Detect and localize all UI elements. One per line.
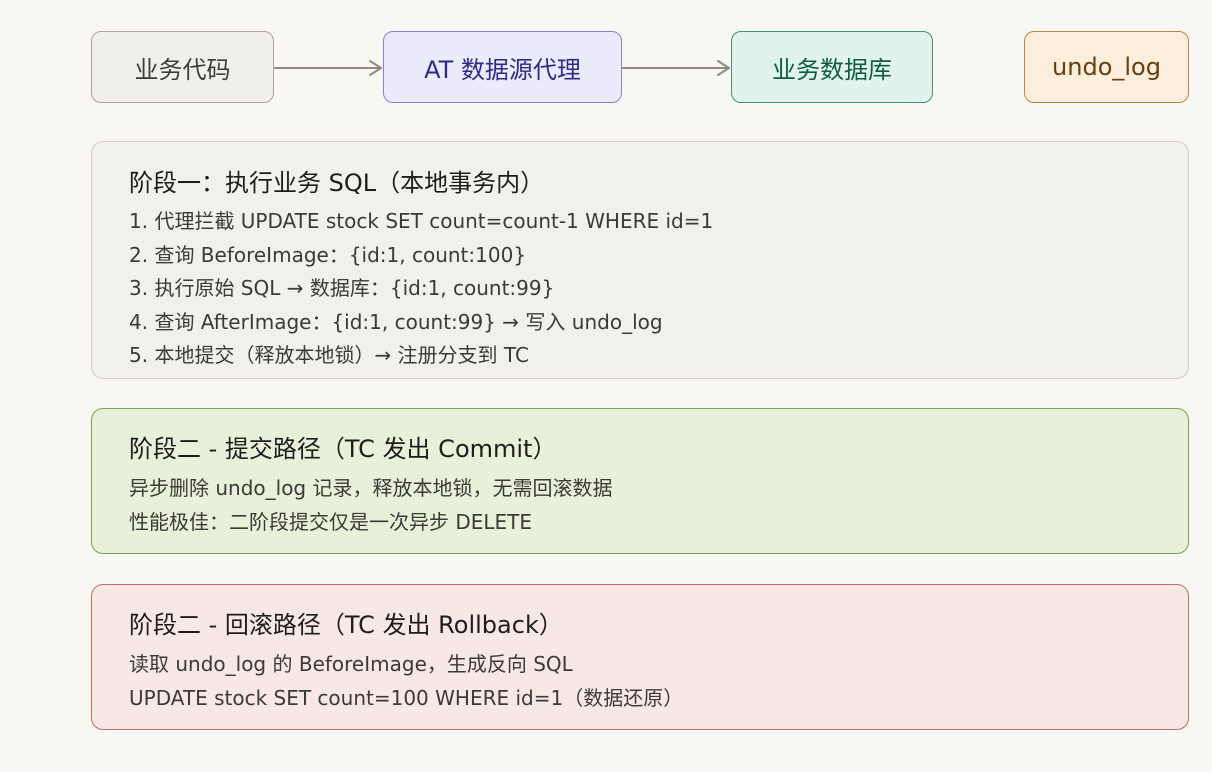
phase1-step: 4. 查询 AfterImage：{id:1, count:99} → 写入 u… xyxy=(129,309,663,334)
phase2-commit-panel: 阶段二 - 提交路径（TC 发出 Commit） 异步删除 undo_log 记… xyxy=(91,408,1189,554)
phase1-step: 1. 代理拦截 UPDATE stock SET count=count-1 W… xyxy=(129,209,714,233)
phase1-title: 阶段一：执行业务 SQL（本地事务内） xyxy=(129,169,545,197)
phase1-panel: 阶段一：执行业务 SQL（本地事务内） 1. 代理拦截 UPDATE stock… xyxy=(91,141,1189,379)
undo-log-node: undo_log xyxy=(1024,31,1189,103)
at-proxy-label: AT 数据源代理 xyxy=(424,55,581,84)
phase2-rollback-title: 阶段二 - 回滚路径（TC 发出 Rollback） xyxy=(129,611,563,639)
arrow-code-to-proxy xyxy=(274,60,382,76)
phase2-rollback-line: 读取 undo_log 的 BeforeImage，生成反向 SQL xyxy=(129,652,573,676)
phase2-commit-line: 性能极佳：二阶段提交仅是一次异步 DELETE xyxy=(129,509,533,534)
business-db-node: 业务数据库 xyxy=(731,31,933,103)
phase2-commit-line: 异步删除 undo_log 记录，释放本地锁，无需回滚数据 xyxy=(129,476,613,500)
at-proxy-node: AT 数据源代理 xyxy=(383,31,622,103)
undo-log-label: undo_log xyxy=(1052,53,1161,81)
phase2-rollback-line: UPDATE stock SET count=100 WHERE id=1（数据… xyxy=(129,685,684,710)
phase1-step: 3. 执行原始 SQL → 数据库：{id:1, count:99} xyxy=(129,276,555,300)
arrow-proxy-to-db xyxy=(622,60,730,76)
phase1-step: 5. 本地提交（释放本地锁）→ 注册分支到 TC xyxy=(129,343,529,367)
business-code-label: 业务代码 xyxy=(134,55,231,84)
business-db-label: 业务数据库 xyxy=(772,55,892,84)
phase2-commit-title: 阶段二 - 提交路径（TC 发出 Commit） xyxy=(129,435,557,463)
phase2-rollback-panel: 阶段二 - 回滚路径（TC 发出 Rollback） 读取 undo_log 的… xyxy=(91,584,1189,730)
business-code-node: 业务代码 xyxy=(91,31,274,103)
phase1-step: 2. 查询 BeforeImage：{id:1, count:100} xyxy=(129,242,527,267)
